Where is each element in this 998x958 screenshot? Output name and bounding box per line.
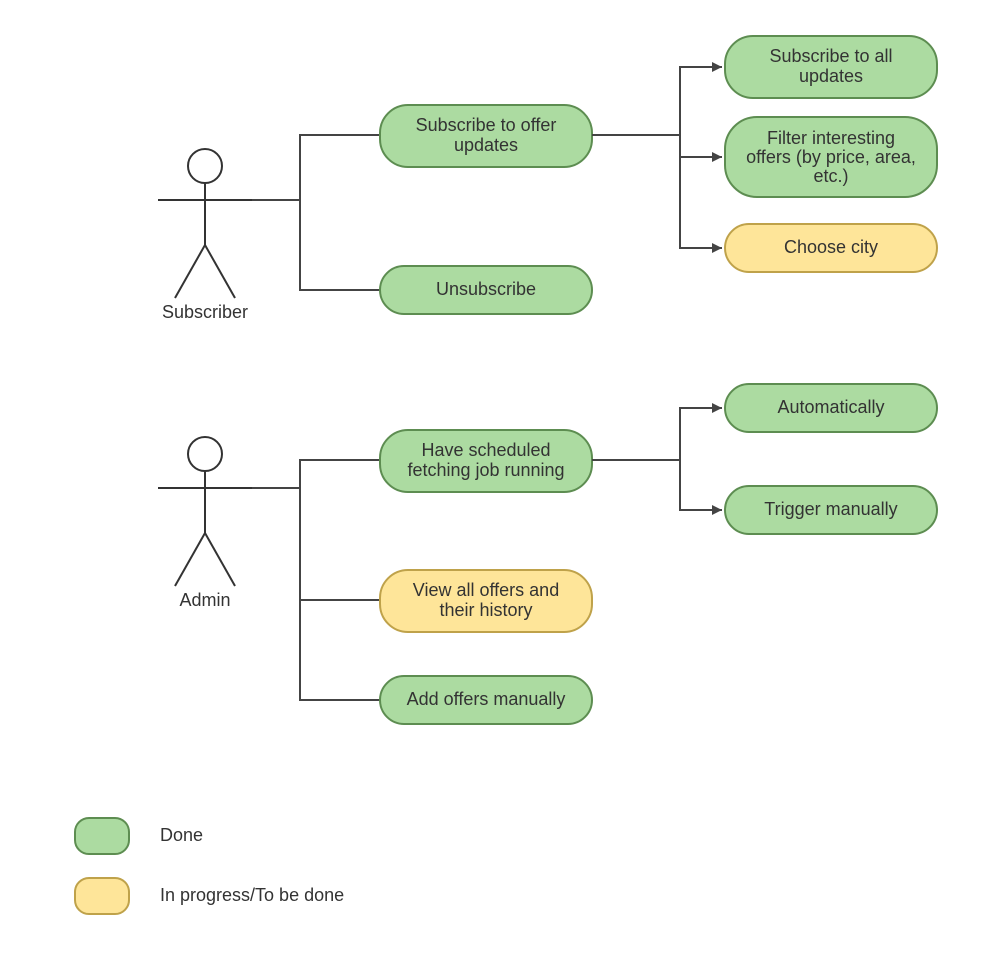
- usecase-label: their history: [439, 600, 532, 620]
- connector-subscribe-branch: [592, 67, 722, 248]
- legend-todo: In progress/To be done: [75, 878, 344, 914]
- arrow-choose-city: [712, 243, 722, 253]
- usecase-view-offers: View all offers and their history: [380, 570, 592, 632]
- usecase-label: Subscribe to all: [769, 46, 892, 66]
- actor-subscriber: Subscriber: [158, 149, 252, 322]
- usecase-label: Subscribe to offer: [416, 115, 557, 135]
- use-case-diagram: Subscriber Subscribe to offer updates Un…: [0, 0, 998, 958]
- usecase-label: Add offers manually: [407, 689, 566, 709]
- arrow-automatically: [712, 403, 722, 413]
- usecase-label: Choose city: [784, 237, 878, 257]
- usecase-label: updates: [799, 66, 863, 86]
- usecase-label: Unsubscribe: [436, 279, 536, 299]
- usecase-trigger-manually: Trigger manually: [725, 486, 937, 534]
- usecase-add-offers: Add offers manually: [380, 676, 592, 724]
- usecase-label: Automatically: [777, 397, 884, 417]
- actor-admin: Admin: [158, 437, 252, 610]
- usecase-choose-city: Choose city: [725, 224, 937, 272]
- usecase-scheduled-job: Have scheduled fetching job running: [380, 430, 592, 492]
- usecase-label: Trigger manually: [764, 499, 897, 519]
- connector-scheduled-branch: [592, 408, 722, 510]
- usecase-label: updates: [454, 135, 518, 155]
- arrow-trigger-manually: [712, 505, 722, 515]
- usecase-unsubscribe: Unsubscribe: [380, 266, 592, 314]
- usecase-label: offers (by price, area,: [746, 147, 916, 167]
- usecase-subscribe-all: Subscribe to all updates: [725, 36, 937, 98]
- usecase-label: etc.): [813, 166, 848, 186]
- legend-done: Done: [75, 818, 203, 854]
- connector-subscriber-trunk: [252, 135, 380, 290]
- legend-done-label: Done: [160, 825, 203, 845]
- usecase-label: Have scheduled: [421, 440, 550, 460]
- actor-subscriber-label: Subscriber: [162, 302, 248, 322]
- usecase-subscribe-offer-updates: Subscribe to offer updates: [380, 105, 592, 167]
- legend-todo-label: In progress/To be done: [160, 885, 344, 905]
- actor-admin-label: Admin: [179, 590, 230, 610]
- usecase-filter-offers: Filter interesting offers (by price, are…: [725, 117, 937, 197]
- usecase-automatically: Automatically: [725, 384, 937, 432]
- usecase-label: View all offers and: [413, 580, 559, 600]
- usecase-label: fetching job running: [407, 460, 564, 480]
- arrow-filter-offers: [712, 152, 722, 162]
- arrow-subscribe-all: [712, 62, 722, 72]
- connector-admin-trunk: [252, 460, 380, 700]
- usecase-label: Filter interesting: [767, 128, 895, 148]
